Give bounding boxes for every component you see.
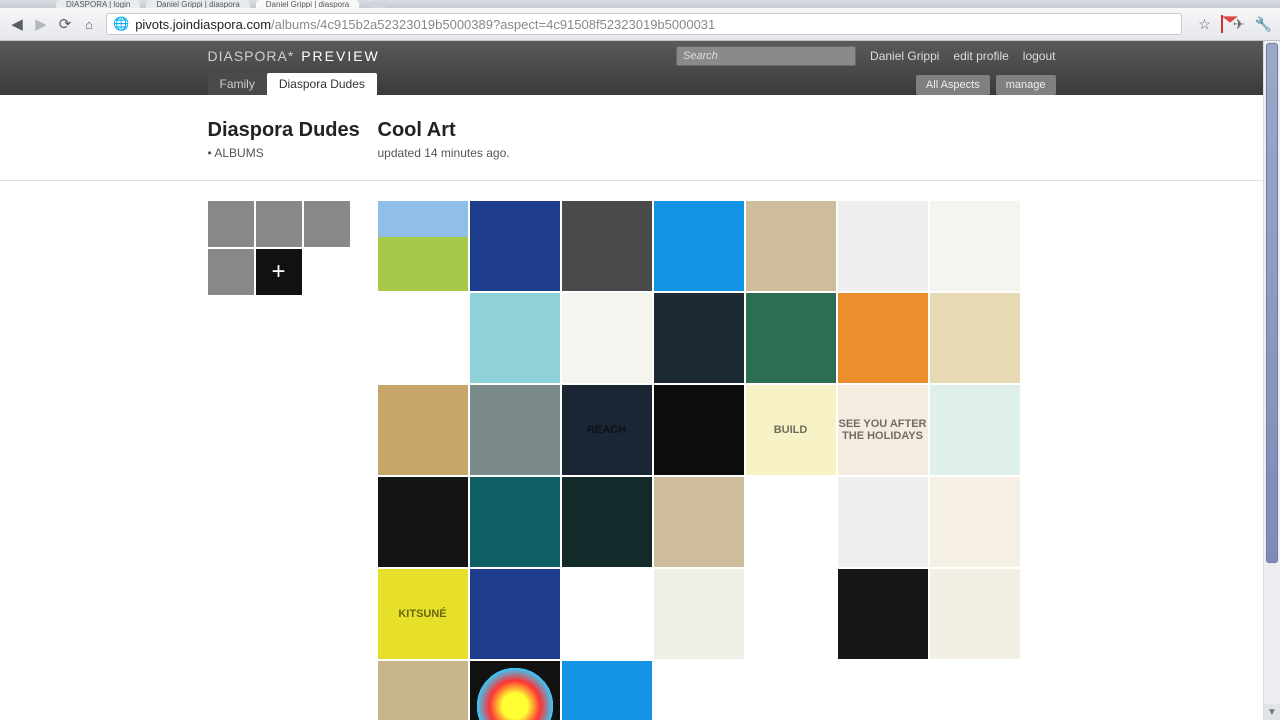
- browser-toolbar: ◀ ▶ ⟳ ⌂ 🌐 pivots.joindiaspora.com/albums…: [0, 8, 1280, 41]
- album-updated-text: updated 14 minutes ago.: [378, 146, 510, 160]
- all-aspects-button[interactable]: All Aspects: [916, 75, 990, 95]
- photo-thumbnail[interactable]: [562, 293, 652, 383]
- photo-thumbnail[interactable]: [562, 477, 652, 567]
- photo-grid: REACH BUILDSEE YOU AFTER THE HOLIDAYS KITS…: [378, 201, 1056, 720]
- home-button[interactable]: ⌂: [80, 15, 98, 33]
- photo-thumbnail[interactable]: SEE YOU AFTER THE HOLIDAYS: [838, 385, 928, 475]
- photo-thumbnail[interactable]: [654, 385, 744, 475]
- albums-link[interactable]: ALBUMS: [214, 146, 263, 160]
- address-bar[interactable]: 🌐 pivots.joindiaspora.com/albums/4c915b2…: [106, 13, 1182, 35]
- brand-name: DIASPORA*: [208, 48, 295, 64]
- photo-thumbnail[interactable]: [930, 385, 1020, 475]
- avatar[interactable]: [256, 201, 302, 247]
- photo-thumbnail[interactable]: [838, 293, 928, 383]
- photo-thumbnail[interactable]: [930, 201, 1020, 291]
- photo-thumbnail[interactable]: BUILD: [746, 385, 836, 475]
- bookmark-star-icon[interactable]: ☆: [1198, 16, 1211, 33]
- photo-thumbnail[interactable]: [654, 201, 744, 291]
- photo-thumbnail[interactable]: [654, 477, 744, 567]
- back-button[interactable]: ◀: [8, 15, 26, 33]
- manage-aspects-button[interactable]: manage: [996, 75, 1056, 95]
- photo-thumbnail[interactable]: [746, 293, 836, 383]
- current-user-link[interactable]: Daniel Grippi: [870, 49, 939, 63]
- photo-thumbnail[interactable]: REACH: [562, 385, 652, 475]
- photo-thumbnail[interactable]: [562, 569, 652, 659]
- aspect-tab-diaspora-dudes[interactable]: Diaspora Dudes: [267, 73, 377, 95]
- scrollbar-thumb[interactable]: [1266, 43, 1278, 563]
- photo-thumbnail[interactable]: [654, 569, 744, 659]
- browser-tab[interactable]: Daniel Grippi | diaspora: [146, 0, 249, 8]
- photo-thumbnail[interactable]: [470, 201, 560, 291]
- photo-thumbnail[interactable]: [930, 569, 1020, 659]
- photo-thumbnail[interactable]: [470, 293, 560, 383]
- photo-thumbnail[interactable]: KITSUNÉ: [378, 569, 468, 659]
- aspect-people: +: [208, 201, 378, 720]
- reload-button[interactable]: ⟳: [56, 15, 74, 33]
- brand-suffix: PREVIEW: [301, 48, 380, 64]
- site-header: DIASPORA* PREVIEW Daniel Grippi edit pro…: [0, 41, 1263, 95]
- photo-thumbnail[interactable]: [746, 201, 836, 291]
- aspect-name-heading: Diaspora Dudes: [208, 119, 378, 142]
- browser-tabstrip: DIASPORA | login Daniel Grippi | diaspor…: [0, 0, 1280, 8]
- logout-link[interactable]: logout: [1023, 49, 1056, 63]
- tab-title: Daniel Grippi | diaspora: [156, 0, 239, 8]
- photo-thumbnail[interactable]: [746, 477, 836, 567]
- wrench-menu-icon[interactable]: 🔧: [1255, 16, 1272, 33]
- forward-button[interactable]: ▶: [32, 15, 50, 33]
- brand-logo[interactable]: DIASPORA* PREVIEW: [208, 48, 380, 64]
- photo-thumbnail[interactable]: [562, 201, 652, 291]
- photo-thumbnail[interactable]: [930, 477, 1020, 567]
- edit-profile-link[interactable]: edit profile: [953, 49, 1008, 63]
- aspect-tabs: Family Diaspora Dudes: [208, 73, 377, 95]
- add-person-button[interactable]: +: [256, 249, 302, 295]
- photo-thumbnail[interactable]: [562, 661, 652, 720]
- photo-thumbnail[interactable]: [378, 201, 468, 291]
- photo-thumbnail[interactable]: [378, 477, 468, 567]
- avatar[interactable]: [304, 201, 350, 247]
- photo-thumbnail[interactable]: [838, 569, 928, 659]
- photo-thumbnail[interactable]: [378, 385, 468, 475]
- url-host: pivots.joindiaspora.com: [135, 17, 271, 32]
- photo-thumbnail[interactable]: [470, 385, 560, 475]
- page-viewport: DIASPORA* PREVIEW Daniel Grippi edit pro…: [0, 41, 1280, 720]
- search-input[interactable]: [676, 46, 856, 66]
- photo-thumbnail[interactable]: [470, 569, 560, 659]
- tab-title: DIASPORA | login: [66, 0, 130, 8]
- tab-title: Daniel Grippi | diaspora: [266, 0, 349, 8]
- browser-tab[interactable]: DIASPORA | login: [56, 0, 140, 8]
- gallery-area: + REACH BUILDSEE YOU AFTER THE HOLIDAYS KI…: [0, 181, 1263, 720]
- photo-thumbnail[interactable]: [470, 477, 560, 567]
- vertical-scrollbar[interactable]: ▼: [1263, 41, 1280, 720]
- scroll-down-button[interactable]: ▼: [1264, 704, 1280, 720]
- photo-thumbnail[interactable]: [654, 661, 744, 720]
- gmail-icon[interactable]: [1221, 16, 1223, 32]
- photo-thumbnail[interactable]: [838, 201, 928, 291]
- photo-thumbnail[interactable]: [930, 293, 1020, 383]
- photo-thumbnail[interactable]: [654, 293, 744, 383]
- avatar[interactable]: [208, 201, 254, 247]
- photo-thumbnail[interactable]: [378, 293, 468, 383]
- photo-thumbnail[interactable]: [746, 569, 836, 659]
- avatar[interactable]: [208, 249, 254, 295]
- photo-thumbnail[interactable]: [838, 477, 928, 567]
- url-path: /albums/4c915b2a52323019b5000389?aspect=…: [271, 17, 715, 32]
- photo-thumbnail[interactable]: [470, 661, 560, 720]
- browser-tab[interactable]: Daniel Grippi | diaspora: [256, 0, 359, 8]
- aspect-tab-family[interactable]: Family: [208, 73, 267, 95]
- album-title: Cool Art: [378, 119, 510, 142]
- content-header: Diaspora Dudes ALBUMS Cool Art updated 1…: [0, 95, 1263, 181]
- new-tab-button[interactable]: [369, 2, 387, 8]
- site-identity-icon: 🌐: [113, 16, 129, 32]
- photo-thumbnail[interactable]: [378, 661, 468, 720]
